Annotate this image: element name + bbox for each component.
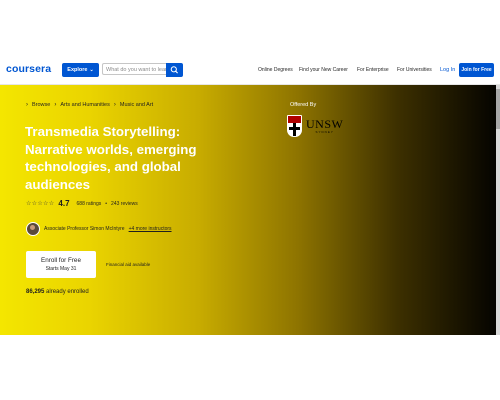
explore-button[interactable]: Explore ⌄ <box>62 63 99 77</box>
search-input[interactable]: What do you want to learn? <box>102 63 166 75</box>
course-hero-banner: › Browse › Arts and Humanities › Music a… <box>0 85 496 335</box>
login-link[interactable]: Log In <box>440 67 455 73</box>
nav-online-degrees[interactable]: Online Degrees <box>258 67 293 73</box>
chevron-right-icon: › <box>54 102 57 108</box>
explore-label: Explore <box>67 67 88 73</box>
breadcrumb-browse[interactable]: Browse <box>32 102 50 108</box>
nav-find-career[interactable]: Find your New Career <box>299 67 348 73</box>
unsw-logo-text: UNSW <box>306 117 344 131</box>
course-title: Transmedia Storytelling: Narrative world… <box>25 124 197 192</box>
nav-for-enterprise[interactable]: For Enterprise <box>357 67 389 73</box>
instructor-info: Associate Professor Simon McIntyre +4 mo… <box>26 222 172 236</box>
offered-by-label: Offered By <box>290 102 317 108</box>
enrolled-number: 86,295 <box>26 289 45 295</box>
scrollbar-thumb[interactable] <box>496 89 500 129</box>
rating-separator-dot: • <box>105 200 108 207</box>
chevron-right-icon: › <box>113 102 116 108</box>
unsw-crest-icon <box>287 115 302 137</box>
top-navigation-bar: coursera Explore ⌄ What do you want to l… <box>0 56 500 85</box>
join-for-free-button[interactable]: Join for Free <box>459 63 494 77</box>
breadcrumb-music-art[interactable]: Music and Art <box>120 102 153 108</box>
unsw-logo-subtext: SYDNEY <box>315 130 334 134</box>
chevron-down-icon: ⌄ <box>89 67 94 73</box>
enroll-for-free-button[interactable]: Enroll for Free Starts May 31 <box>26 251 96 278</box>
avatar <box>26 222 40 236</box>
coursera-logo[interactable]: coursera <box>6 63 51 75</box>
start-date: Starts May 31 <box>45 266 77 272</box>
enrollment-count: 86,295 already enrolled <box>26 289 89 295</box>
breadcrumb: › Browse › Arts and Humanities › Music a… <box>26 102 153 108</box>
search-button[interactable] <box>166 63 183 77</box>
instructor-name[interactable]: Associate Professor Simon McIntyre <box>44 226 125 232</box>
more-instructors-link[interactable]: +4 more instructors <box>129 226 172 232</box>
page-scrollbar[interactable] <box>496 85 500 335</box>
chevron-right-icon: › <box>26 102 28 108</box>
star-icon: ☆☆☆☆☆ <box>26 201 55 207</box>
nav-for-universities[interactable]: For Universities <box>397 67 432 73</box>
ratings-count[interactable]: 688 ratings <box>77 201 102 207</box>
reviews-count[interactable]: 243 reviews <box>111 201 138 207</box>
breadcrumb-arts-humanities[interactable]: Arts and Humanities <box>60 102 110 108</box>
rating-summary: ☆☆☆☆☆ 4.7 688 ratings • 243 reviews <box>26 199 138 208</box>
unsw-logo[interactable]: UNSW SYDNEY <box>287 115 343 137</box>
rating-value: 4.7 <box>58 199 70 208</box>
search-icon <box>170 66 178 74</box>
enrolled-suffix: already enrolled <box>46 289 89 295</box>
enroll-label: Enroll for Free <box>41 257 81 264</box>
financial-aid-link[interactable]: Financial aid available <box>106 262 150 267</box>
